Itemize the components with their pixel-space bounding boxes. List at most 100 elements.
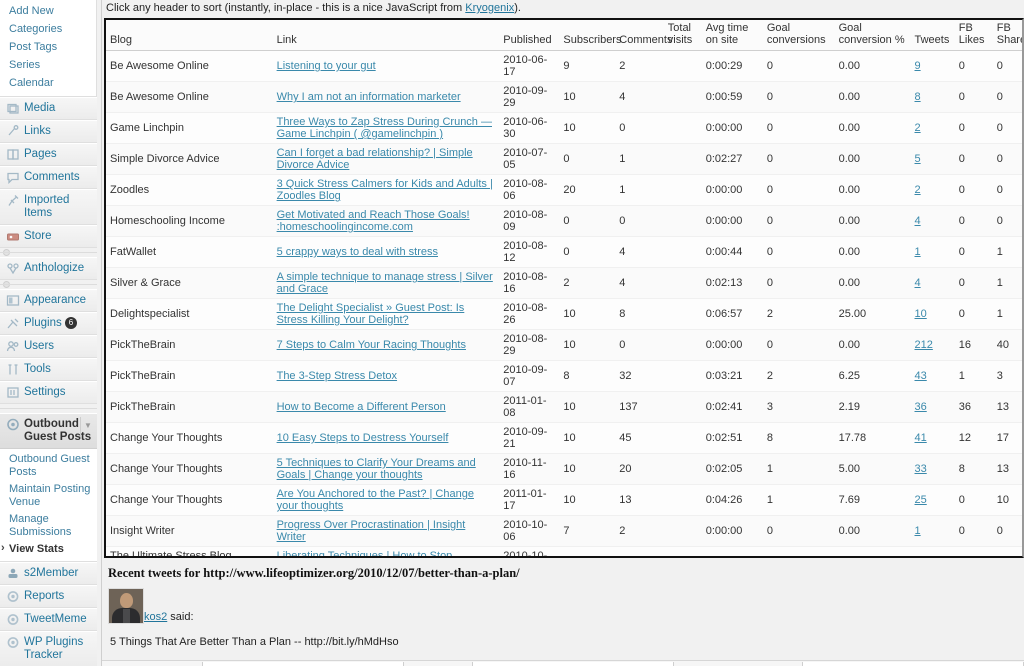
column-header-avg-time-on-site[interactable]: Avg time on site bbox=[701, 20, 763, 51]
post-link[interactable]: Listening to your gut bbox=[277, 60, 376, 72]
column-header-fb-shares[interactable]: FB Shares bbox=[992, 20, 1022, 51]
sidebar-subitem-add-new[interactable]: Add New bbox=[0, 2, 96, 20]
tweets-count-link[interactable]: 9 bbox=[915, 60, 921, 72]
tweets-count-link[interactable]: 25 bbox=[915, 494, 927, 506]
tweets-count-link[interactable]: 212 bbox=[915, 339, 933, 351]
column-header-link[interactable]: Link bbox=[272, 20, 500, 51]
post-link[interactable]: Get Motivated and Reach Those Goals! :ho… bbox=[277, 209, 470, 233]
users-icon bbox=[6, 340, 20, 353]
cell-blog: PickTheBrain bbox=[106, 391, 273, 423]
column-header-goal-conversions[interactable]: Goal conversions bbox=[762, 20, 835, 51]
post-link[interactable]: Progress Over Procrastination | Insight … bbox=[277, 519, 466, 543]
tweet-said-text: said: bbox=[167, 611, 194, 623]
cell-avg-time: 0:02:51 bbox=[701, 422, 763, 454]
column-header-fb-likes[interactable]: FB Likes bbox=[954, 20, 993, 51]
sidebar-item-reports[interactable]: Reports bbox=[0, 585, 97, 608]
cell-comments: 8 bbox=[615, 298, 664, 330]
sidebar-item-tweetmeme[interactable]: TweetMeme bbox=[0, 608, 97, 631]
cell-avg-time: 0:04:26 bbox=[701, 484, 763, 516]
cell-fb-shares: 10 bbox=[992, 484, 1022, 516]
post-link[interactable]: Are You Anchored to the Past? | Change y… bbox=[277, 488, 474, 512]
tweet-author-link[interactable]: kos2 bbox=[144, 611, 167, 623]
tweets-count-link[interactable]: 10 bbox=[915, 308, 927, 320]
tweets-count-link[interactable]: 36 bbox=[915, 401, 927, 413]
kryogenix-link[interactable]: Kryogenix bbox=[465, 2, 514, 14]
post-link[interactable]: Liberating Techniques | How to Stop Worr… bbox=[277, 550, 453, 556]
tweets-count-link[interactable]: 4 bbox=[915, 215, 921, 227]
post-link[interactable]: Why I am not an information marketer bbox=[277, 91, 461, 103]
sidebar-item-label: Users bbox=[24, 340, 55, 352]
cell-link: Can I forget a bad relationship? | Simpl… bbox=[272, 143, 500, 175]
column-header-blog[interactable]: Blog bbox=[106, 20, 273, 51]
sidebar-item-imported-items[interactable]: Imported Items bbox=[0, 189, 97, 225]
sidebar-subitem-view-stats[interactable]: View Stats bbox=[0, 541, 97, 558]
cell-avg-time: 0:02:13 bbox=[701, 267, 763, 299]
cell-avg-time: 0:02:41 bbox=[701, 391, 763, 423]
sidebar-item-settings[interactable]: Settings bbox=[0, 381, 97, 404]
post-link[interactable]: The 3-Step Stress Detox bbox=[277, 370, 397, 382]
sidebar-subitem-post-tags[interactable]: Post Tags bbox=[0, 38, 96, 56]
sidebar-subitem-categories[interactable]: Categories bbox=[0, 20, 96, 38]
cell-goal-pct: 0.00 bbox=[834, 174, 911, 206]
chevron-down-icon[interactable]: ▼ bbox=[80, 417, 95, 437]
post-link[interactable]: The Delight Specialist » Guest Post: Is … bbox=[277, 302, 465, 326]
plugins-icon bbox=[6, 317, 20, 330]
cell-blog: Simple Divorce Advice bbox=[106, 143, 273, 175]
cell-published: 2010-08-09 bbox=[499, 205, 560, 237]
sidebar-item-comments[interactable]: Comments bbox=[0, 166, 97, 189]
post-link[interactable]: A simple technique to manage stress | Si… bbox=[277, 271, 493, 295]
post-link[interactable]: 5 Techniques to Clarify Your Dreams and … bbox=[277, 457, 476, 481]
sidebar-item-tools[interactable]: Tools bbox=[0, 358, 97, 381]
tweets-count-link[interactable]: 2 bbox=[915, 184, 921, 196]
column-header-total-visits[interactable]: Total visits bbox=[663, 20, 702, 51]
sidebar-subitem-maintain-posting-venue[interactable]: Maintain Posting Venue bbox=[0, 481, 97, 511]
column-header-subscribers[interactable]: Subscribers bbox=[559, 20, 621, 51]
sidebar-item-pages[interactable]: Pages bbox=[0, 143, 97, 166]
sidebar-item-appearance[interactable]: Appearance bbox=[0, 289, 97, 312]
post-link[interactable]: 5 crappy ways to deal with stress bbox=[277, 246, 438, 258]
cell-fb-likes: 0 bbox=[954, 50, 993, 82]
sidebar-item-plugins[interactable]: Plugins 6 bbox=[0, 312, 97, 335]
sidebar-subitem-calendar[interactable]: Calendar bbox=[0, 74, 96, 92]
cell-fb-likes: 0 bbox=[954, 267, 993, 299]
post-link[interactable]: Three Ways to Zap Stress During Crunch —… bbox=[277, 116, 492, 140]
cell-subscribers: 9 bbox=[559, 50, 616, 82]
cell-fb-shares: 13 bbox=[992, 391, 1022, 423]
sidebar-item-label: Settings bbox=[24, 386, 66, 398]
post-link[interactable]: 7 Steps to Calm Your Racing Thoughts bbox=[277, 339, 466, 351]
tweets-count-link[interactable]: 1 bbox=[915, 525, 921, 537]
post-link[interactable]: Can I forget a bad relationship? | Simpl… bbox=[277, 147, 473, 171]
cell-subscribers: 10 bbox=[559, 81, 616, 113]
column-header-tweets[interactable]: Tweets bbox=[910, 20, 955, 51]
column-header-published[interactable]: Published bbox=[499, 20, 560, 51]
post-link[interactable]: 3 Quick Stress Calmers for Kids and Adul… bbox=[277, 178, 493, 202]
sidebar-subitem-series[interactable]: Series bbox=[0, 56, 96, 74]
sidebar-item-links[interactable]: Links bbox=[0, 120, 97, 143]
column-header-comments[interactable]: Comments bbox=[615, 20, 672, 51]
tweets-count-link[interactable]: 33 bbox=[915, 463, 927, 475]
tweets-count-link[interactable]: 5 bbox=[915, 153, 921, 165]
sidebar-item-s2member[interactable]: s2Member bbox=[0, 562, 97, 585]
cell-comments: 32 bbox=[615, 360, 664, 392]
sidebar-item-outbound-guest-posts[interactable]: Outbound Guest Posts ▼ bbox=[0, 413, 97, 449]
sidebar-subitem-outbound-guest-posts[interactable]: Outbound Guest Posts bbox=[0, 451, 97, 481]
post-link[interactable]: 10 Easy Steps to Destress Yourself bbox=[277, 432, 449, 444]
tweets-count-link[interactable]: 4 bbox=[915, 277, 921, 289]
gear-icon bbox=[6, 590, 20, 603]
sidebar-item-store[interactable]: Store bbox=[0, 225, 97, 248]
cell-goal-pct: 50.00 bbox=[834, 546, 911, 556]
sidebar-item-users[interactable]: Users bbox=[0, 335, 97, 358]
tweets-count-link[interactable]: 2 bbox=[915, 122, 921, 134]
cell-comments: 20 bbox=[615, 453, 664, 485]
tweets-count-link[interactable]: 41 bbox=[915, 432, 927, 444]
tweets-count-link[interactable]: 8 bbox=[915, 91, 921, 103]
sidebar-item-wp-plugins-tracker[interactable]: WP Plugins Tracker bbox=[0, 631, 97, 666]
sidebar-subitem-manage-submissions[interactable]: Manage Submissions bbox=[0, 511, 97, 541]
sidebar-item-media[interactable]: Media bbox=[0, 97, 97, 120]
post-link[interactable]: How to Become a Different Person bbox=[277, 401, 446, 413]
sidebar-item-anthologize[interactable]: Anthologize bbox=[0, 257, 97, 280]
cell-visits bbox=[663, 143, 702, 175]
column-header-goal-conversion[interactable]: Goal conversion % bbox=[834, 20, 911, 51]
tweets-count-link[interactable]: 43 bbox=[915, 370, 927, 382]
tweets-count-link[interactable]: 1 bbox=[915, 246, 921, 258]
